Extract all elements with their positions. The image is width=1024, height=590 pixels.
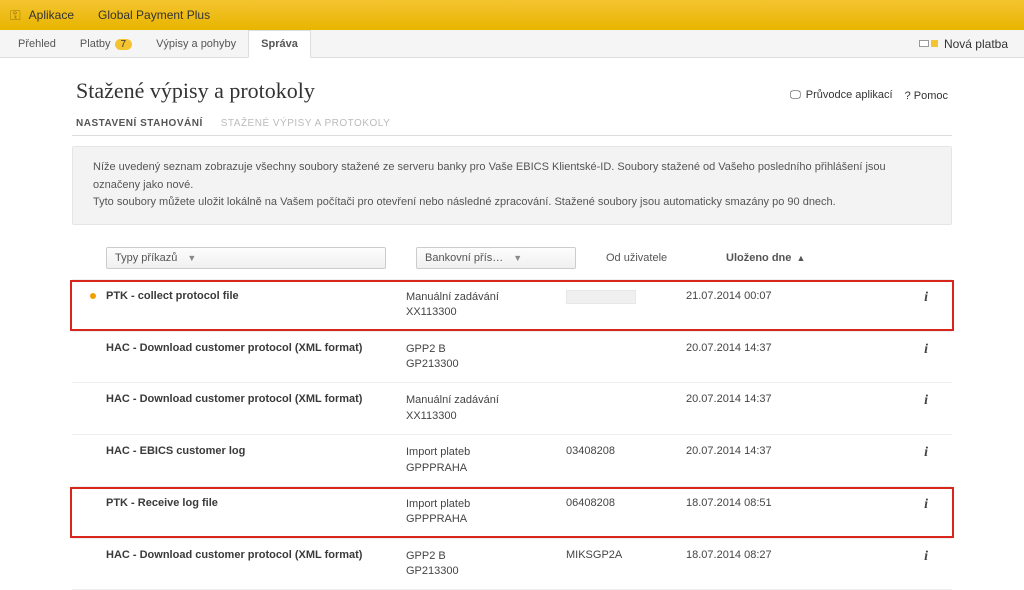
filter-banka-dropdown[interactable]: Bankovní přís… ▼ bbox=[416, 247, 576, 269]
app-name-2[interactable]: Global Payment Plus bbox=[98, 8, 210, 22]
topbar: ⚿ Aplikace Global Payment Plus bbox=[0, 0, 1024, 30]
info-icon[interactable]: i bbox=[924, 549, 934, 565]
row-date: 21.07.2014 00:07 bbox=[686, 290, 816, 302]
key-icon: ⚿ bbox=[10, 7, 21, 24]
col-header-date[interactable]: Uloženo dne ▲ bbox=[726, 252, 886, 264]
nova-platba-label: Nová platba bbox=[944, 37, 1008, 51]
page-help: 🖵 Průvodce aplikací ? Pomoc bbox=[790, 89, 948, 102]
sort-asc-icon: ▲ bbox=[796, 253, 805, 263]
chevron-down-icon: ▼ bbox=[513, 253, 522, 263]
table-body: PTK - collect protocol fileManuální zadá… bbox=[72, 280, 952, 590]
row-name: HAC - EBICS customer log bbox=[106, 445, 406, 457]
table-row[interactable]: HAC - Download customer protocol (XML fo… bbox=[72, 383, 952, 435]
filter-row: Typy příkazů ▼ Bankovní přís… ▼ Od uživa… bbox=[72, 237, 952, 280]
row-source: GPP2 BGP213300 bbox=[406, 549, 566, 580]
user-placeholder bbox=[566, 290, 636, 304]
status-dot bbox=[90, 552, 96, 558]
content: Stažené výpisy a protokoly 🖵 Průvodce ap… bbox=[0, 58, 1024, 590]
filter-typy-dropdown[interactable]: Typy příkazů ▼ bbox=[106, 247, 386, 269]
wizard-label: Průvodce aplikací bbox=[806, 89, 893, 101]
monitor-icon: 🖵 bbox=[790, 89, 801, 101]
info-icon[interactable]: i bbox=[924, 290, 934, 306]
col-date-label: Uloženo dne bbox=[726, 252, 791, 264]
page: Stažené výpisy a protokoly 🖵 Průvodce ap… bbox=[72, 78, 952, 590]
row-source: Import platebGPPPRAHA bbox=[406, 445, 566, 476]
info-line-2: Tyto soubory můžete uložit lokálně na Va… bbox=[93, 194, 931, 212]
tab-bar: Přehled Platby 7 Výpisy a pohyby Správa … bbox=[0, 30, 1024, 58]
info-box: Níže uvedený seznam zobrazuje všechny so… bbox=[72, 146, 952, 225]
info-line-1: Níže uvedený seznam zobrazuje všechny so… bbox=[93, 159, 931, 194]
tab-vypisy[interactable]: Výpisy a pohyby bbox=[144, 30, 248, 57]
filter-typy-label: Typy příkazů bbox=[115, 252, 177, 264]
status-dot bbox=[90, 448, 96, 454]
info-icon[interactable]: i bbox=[924, 445, 934, 461]
tab-prehled[interactable]: Přehled bbox=[6, 30, 68, 57]
chevron-down-icon: ▼ bbox=[187, 253, 196, 263]
plus-icon bbox=[931, 40, 938, 47]
row-source: GPP2 BGP213300 bbox=[406, 342, 566, 373]
help-link[interactable]: ? Pomoc bbox=[905, 90, 948, 102]
tab-sprava[interactable]: Správa bbox=[248, 30, 311, 58]
row-date: 18.07.2014 08:27 bbox=[686, 549, 816, 561]
app-name-1[interactable]: Aplikace bbox=[29, 8, 74, 22]
platby-badge: 7 bbox=[115, 39, 133, 50]
row-source: Import platebGPPPRAHA bbox=[406, 497, 566, 528]
filter-banka-label: Bankovní přís… bbox=[425, 252, 503, 264]
page-title: Stažené výpisy a protokoly bbox=[76, 78, 315, 104]
info-icon[interactable]: i bbox=[924, 497, 934, 513]
row-name: HAC - Download customer protocol (XML fo… bbox=[106, 549, 406, 561]
status-dot bbox=[90, 345, 96, 351]
row-date: 20.07.2014 14:37 bbox=[686, 342, 816, 354]
status-dot bbox=[90, 293, 96, 299]
table-row[interactable]: HAC - Download customer protocol (XML fo… bbox=[72, 332, 952, 384]
nova-platba-button[interactable]: Nová platba bbox=[919, 30, 1018, 57]
tab-platby[interactable]: Platby 7 bbox=[68, 30, 144, 57]
info-icon[interactable]: i bbox=[924, 393, 934, 409]
row-name: PTK - collect protocol file bbox=[106, 290, 406, 302]
tab-platby-label: Platby bbox=[80, 38, 111, 50]
subtabs: NASTAVENÍ STAHOVÁNÍ STAŽENÉ VÝPISY A PRO… bbox=[72, 118, 952, 136]
subtab-stazene[interactable]: STAŽENÉ VÝPISY A PROTOKOLY bbox=[221, 118, 391, 129]
row-user: MIKSGP2A bbox=[566, 549, 686, 561]
table-row[interactable]: PTK - Receive log fileImport platebGPPPR… bbox=[72, 487, 952, 539]
status-dot bbox=[90, 500, 96, 506]
info-icon[interactable]: i bbox=[924, 342, 934, 358]
page-head: Stažené výpisy a protokoly 🖵 Průvodce ap… bbox=[72, 78, 952, 104]
row-date: 18.07.2014 08:51 bbox=[686, 497, 816, 509]
keyboard-icon bbox=[919, 40, 929, 47]
row-source: Manuální zadáváníXX113300 bbox=[406, 393, 566, 424]
row-source: Manuální zadáváníXX113300 bbox=[406, 290, 566, 321]
row-name: HAC - Download customer protocol (XML fo… bbox=[106, 393, 406, 405]
row-date: 20.07.2014 14:37 bbox=[686, 393, 816, 405]
subtab-nastaveni[interactable]: NASTAVENÍ STAHOVÁNÍ bbox=[76, 118, 203, 129]
table-row[interactable]: HAC - EBICS customer logImport platebGPP… bbox=[72, 435, 952, 487]
row-user: 06408208 bbox=[566, 497, 686, 509]
table-row[interactable]: HAC - Download customer protocol (XML fo… bbox=[72, 539, 952, 590]
row-date: 20.07.2014 14:37 bbox=[686, 445, 816, 457]
col-header-user[interactable]: Od uživatele bbox=[606, 252, 726, 264]
status-dot bbox=[90, 396, 96, 402]
row-name: HAC - Download customer protocol (XML fo… bbox=[106, 342, 406, 354]
row-user bbox=[566, 290, 686, 307]
table-row[interactable]: PTK - collect protocol fileManuální zadá… bbox=[72, 280, 952, 332]
wizard-link[interactable]: 🖵 Průvodce aplikací bbox=[790, 89, 893, 102]
row-name: PTK - Receive log file bbox=[106, 497, 406, 509]
row-user: 03408208 bbox=[566, 445, 686, 457]
